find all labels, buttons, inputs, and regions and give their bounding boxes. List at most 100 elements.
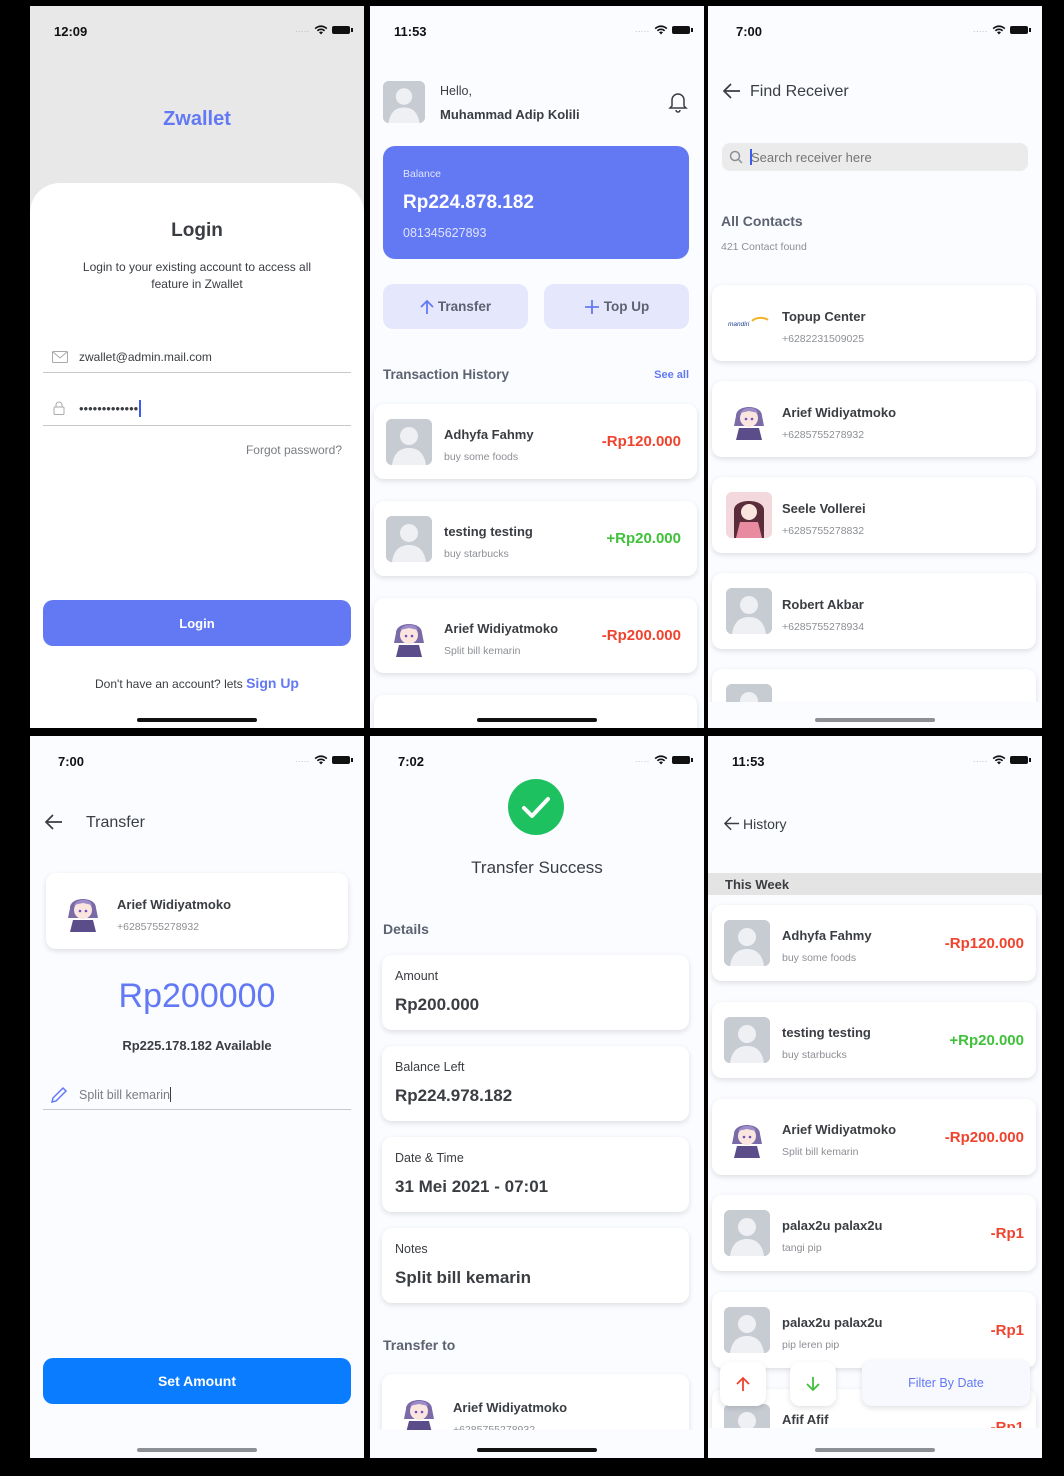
transaction-card[interactable]: Arief Widiyatmoko Split bill kemarin -Rp… (712, 1099, 1036, 1175)
no-account-text: Don't have an account? lets (95, 677, 243, 691)
email-field[interactable]: zwallet@admin.mail.com (79, 350, 212, 364)
transaction-note: tangi pip (782, 1242, 822, 1254)
transfer-button[interactable]: Transfer (383, 284, 528, 329)
transaction-card[interactable]: Adhyfa Fahmy buy some foods -Rp120.000 (712, 905, 1036, 981)
status-icons: ..... (635, 755, 693, 765)
contact-card[interactable]: Seele Vollerei +6285755278832 (712, 477, 1036, 553)
transaction-avatar (386, 419, 432, 465)
filter-by-date-button[interactable]: Filter By Date (862, 1360, 1030, 1406)
transaction-card[interactable]: palax2u palax2u pip leren pip -Rp1 (712, 1292, 1036, 1368)
home-indicator (477, 1448, 597, 1452)
status-time: 11:53 (394, 24, 427, 39)
wifi-icon (992, 755, 1006, 765)
status-bar: 7:00 ..... (708, 6, 1042, 50)
app-logo: Zwallet (163, 108, 231, 130)
transaction-card[interactable]: testing testing buy starbucks +Rp20.000 (712, 1002, 1036, 1078)
back-arrow-icon[interactable] (45, 814, 63, 830)
transaction-note: buy starbucks (782, 1049, 847, 1061)
text-cursor (170, 1087, 172, 1102)
login-title: Login (171, 220, 223, 241)
search-input[interactable] (751, 147, 1011, 167)
search-bar[interactable] (722, 143, 1028, 171)
user-avatar[interactable] (383, 81, 425, 123)
set-amount-button[interactable]: Set Amount (43, 1358, 351, 1404)
detail-card: Amount Rp200.000 (382, 955, 689, 1030)
filter-income-button[interactable] (720, 1362, 766, 1406)
login-button[interactable]: Login (43, 600, 351, 646)
search-icon (729, 150, 743, 164)
note-field[interactable]: Split bill kemarin (79, 1087, 172, 1102)
transaction-card[interactable]: testing testing buy starbucks +Rp20.000 (374, 501, 697, 576)
transaction-name: palax2u palax2u (782, 1218, 883, 1233)
detail-value: Split bill kemarin (395, 1268, 532, 1287)
transaction-card-partial[interactable] (374, 695, 697, 728)
status-bar: 7:02 ..... (370, 736, 704, 780)
note-underline (43, 1109, 351, 1110)
status-bar: 7:00 ..... (30, 736, 364, 780)
topup-button[interactable]: Top Up (544, 284, 689, 329)
detail-card: Date & Time 31 Mei 2021 - 07:01 (382, 1137, 689, 1212)
bottom-fade (370, 1430, 704, 1458)
transaction-card[interactable]: Adhyfa Fahmy buy some foods -Rp120.000 (374, 404, 697, 479)
contact-phone: +6285755278832 (782, 525, 865, 537)
transaction-amount: -Rp1 (990, 1225, 1024, 1242)
password-underline (43, 425, 351, 426)
transaction-avatar (724, 920, 770, 966)
login-screen: 12:09 ..... Zwallet Login Login to your … (30, 6, 364, 728)
transfer-screen: 7:00 ..... Transfer Arief Widiyatmoko +6… (30, 736, 364, 1458)
home-indicator (815, 718, 935, 722)
balance-label: Balance (403, 168, 441, 180)
status-time: 7:00 (736, 24, 763, 39)
arrow-up-icon (736, 1376, 750, 1391)
details-title: Details (383, 921, 429, 937)
battery-icon (672, 756, 693, 764)
contact-card[interactable]: mandiri Topup Center +6282231509025 (712, 285, 1036, 361)
topup-label: Top Up (603, 299, 650, 314)
battery-icon (672, 26, 693, 34)
transaction-note: buy some foods (782, 952, 857, 964)
transaction-name: Afif Afif (782, 1412, 829, 1427)
contact-name: Seele Vollerei (782, 501, 866, 516)
transaction-name: Arief Widiyatmoko (782, 1122, 897, 1137)
forgot-password-link[interactable]: Forgot password? (246, 443, 342, 457)
arrow-down-icon (806, 1377, 820, 1392)
svg-text:mandiri: mandiri (728, 321, 750, 328)
signup-row: Don't have an account? lets Sign Up (30, 675, 364, 691)
wifi-icon (314, 755, 328, 765)
back-arrow-icon[interactable] (724, 816, 740, 831)
wifi-icon (654, 755, 668, 765)
signup-link[interactable]: Sign Up (246, 675, 299, 691)
find-receiver-screen: 7:00 ..... Find Receiver All Contacts 42… (708, 6, 1042, 728)
login-subtitle-2: feature in Zwallet (151, 277, 243, 291)
detail-label: Date & Time (395, 1151, 464, 1165)
status-bar: 12:09 ..... (30, 6, 364, 50)
user-name: Muhammad Adip Kolili (440, 107, 580, 122)
contact-card[interactable]: Robert Akbar +6285755278934 (712, 573, 1036, 649)
login-panel: Login Login to your existing account to … (30, 183, 364, 728)
back-arrow-icon[interactable] (723, 83, 741, 99)
contact-avatar-anime (726, 396, 772, 442)
filter-expense-button[interactable] (790, 1362, 836, 1406)
status-icons: ..... (635, 25, 693, 35)
password-value: ••••••••••••• (79, 401, 139, 416)
contact-phone: +6285755278934 (782, 621, 865, 633)
see-all-link[interactable]: See all (654, 369, 689, 381)
bottom-fade (708, 1428, 1042, 1458)
transaction-card[interactable]: Arief Widiyatmoko Split bill kemarin -Rp… (374, 598, 697, 673)
contact-name: Topup Center (782, 309, 866, 324)
contact-card[interactable]: Arief Widiyatmoko +6285755278932 (712, 381, 1036, 457)
filter-label: Filter By Date (908, 1376, 984, 1390)
contact-phone: +6282231509025 (782, 333, 865, 345)
arrow-up-icon (420, 299, 434, 314)
section-header: This Week (708, 873, 1042, 895)
transaction-card[interactable]: palax2u palax2u tangi pip -Rp1 (712, 1195, 1036, 1271)
bell-icon[interactable] (668, 91, 688, 113)
balance-phone: 081345627893 (403, 226, 487, 240)
page-title: History (743, 816, 787, 832)
transfer-to-title: Transfer to (383, 1337, 456, 1353)
detail-value: Rp224.978.182 (395, 1086, 513, 1105)
password-field[interactable]: ••••••••••••• (79, 400, 141, 417)
receiver-phone: +6285755278932 (117, 921, 200, 933)
amount-input[interactable]: Rp200000 (30, 977, 364, 1016)
plus-icon (584, 299, 599, 314)
